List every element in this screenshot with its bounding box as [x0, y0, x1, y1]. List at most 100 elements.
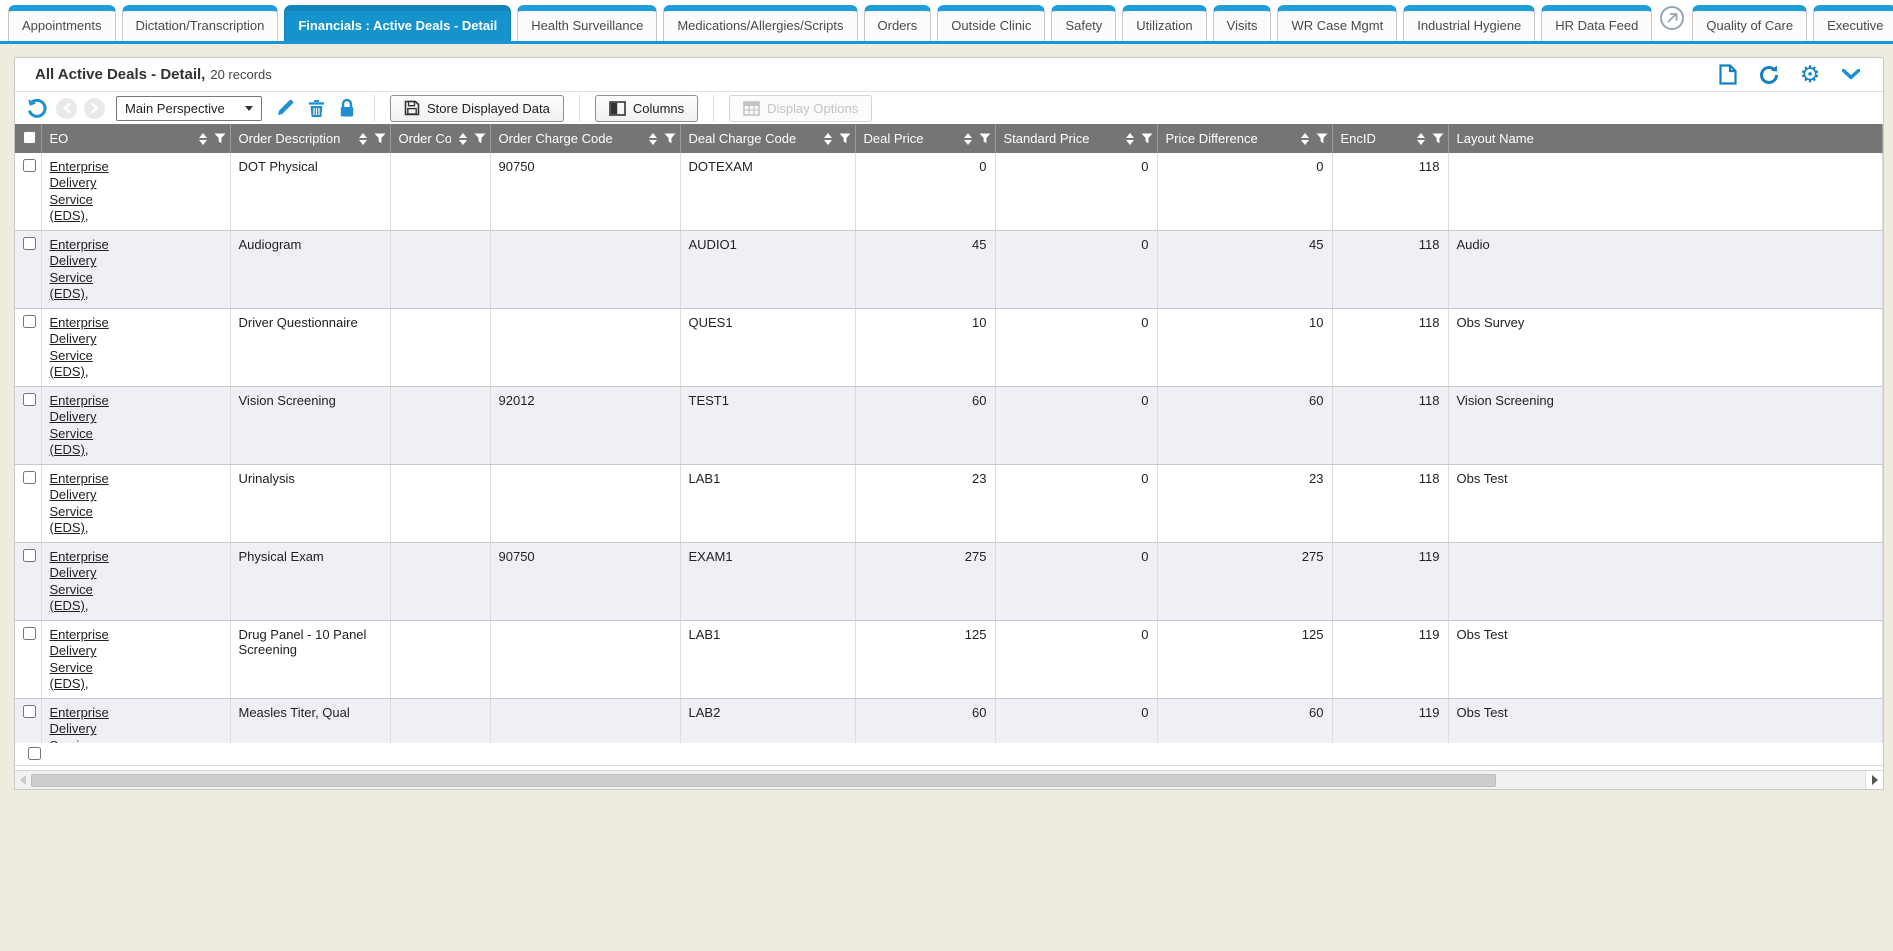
scroll-left-arrow-icon[interactable]: [15, 771, 31, 789]
row-checkbox[interactable]: [23, 159, 36, 172]
column-header-enc_id[interactable]: EncID: [1332, 124, 1448, 153]
column-label: Order Code: [399, 131, 451, 146]
tab-visits[interactable]: Visits: [1213, 5, 1272, 41]
tab-safety[interactable]: Safety: [1051, 5, 1116, 41]
cell-enc_id: 118: [1332, 465, 1448, 543]
record-count: 20 records: [210, 67, 271, 82]
sort-icon[interactable]: [1126, 133, 1134, 145]
nav-back-icon[interactable]: [56, 98, 77, 119]
column-header-order_code[interactable]: Order Code: [390, 124, 490, 153]
sort-icon[interactable]: [459, 133, 467, 145]
eo-link[interactable]: Enterprise Delivery Service (EDS),: [50, 159, 128, 224]
tab-fold-corner: [648, 41, 655, 44]
tab-executive[interactable]: Executive: [1813, 5, 1893, 41]
tab-orders[interactable]: Orders: [864, 5, 932, 41]
column-header-order_description[interactable]: Order Description: [230, 124, 390, 153]
row-checkbox[interactable]: [28, 747, 41, 760]
tab-outside-clinic[interactable]: Outside Clinic: [937, 5, 1045, 41]
gear-icon[interactable]: ⚙: [1798, 63, 1822, 87]
filter-funnel-icon[interactable]: [214, 133, 226, 144]
columns-button[interactable]: Columns: [595, 95, 698, 122]
row-checkbox[interactable]: [23, 315, 36, 328]
filter-funnel-icon[interactable]: [839, 133, 851, 144]
tab-appointments[interactable]: Appointments: [8, 5, 116, 41]
tab-fold-corner: [502, 41, 509, 44]
edit-pencil-icon[interactable]: [273, 96, 297, 120]
eo-link[interactable]: Enterprise Delivery Service (EDS),: [50, 549, 128, 614]
tab-industrial-hygiene[interactable]: Industrial Hygiene: [1403, 5, 1535, 41]
row-checkbox[interactable]: [23, 393, 36, 406]
delete-trash-icon[interactable]: [304, 96, 328, 120]
filter-funnel-icon[interactable]: [374, 133, 386, 144]
sort-icon[interactable]: [1417, 133, 1425, 145]
eo-link[interactable]: Enterprise Delivery Service (EDS),: [50, 627, 128, 692]
sort-icon[interactable]: [199, 133, 207, 145]
eo-link[interactable]: Enterprise Delivery Service (EDS),: [50, 393, 128, 458]
eo-link[interactable]: Enterprise Delivery Service (EDS),: [50, 471, 128, 536]
tab-dictation-transcription[interactable]: Dictation/Transcription: [122, 5, 279, 41]
new-document-icon[interactable]: [1716, 63, 1740, 87]
filter-funnel-icon[interactable]: [474, 133, 486, 144]
perspective-select[interactable]: Main Perspective: [116, 96, 262, 121]
eo-link[interactable]: Enterprise Delivery Service (EDS),: [50, 237, 128, 302]
filter-funnel-icon[interactable]: [979, 133, 991, 144]
column-header-standard_price[interactable]: Standard Price: [995, 124, 1157, 153]
cell-order_description: Measles Titer, Qual: [230, 699, 390, 744]
collapse-chevron-icon[interactable]: [1839, 63, 1863, 87]
tab-wr-case-mgmt[interactable]: WR Case Mgmt: [1277, 5, 1397, 41]
columns-button-label: Columns: [633, 101, 684, 116]
filter-funnel-icon[interactable]: [1316, 133, 1328, 144]
column-header-deal_charge_code[interactable]: Deal Charge Code: [680, 124, 855, 153]
filter-funnel-icon[interactable]: [664, 133, 676, 144]
row-checkbox[interactable]: [23, 627, 36, 640]
refresh-icon[interactable]: [1757, 63, 1781, 87]
chevron-down-icon: [245, 106, 253, 111]
scrollbar-thumb[interactable]: [31, 774, 1496, 787]
horizontal-scrollbar[interactable]: [15, 770, 1883, 789]
tab-quality-of-care[interactable]: Quality of Care: [1692, 5, 1807, 41]
column-header-price_difference[interactable]: Price Difference: [1157, 124, 1332, 153]
cell-order_code: [390, 699, 490, 744]
lock-icon[interactable]: [335, 96, 359, 120]
page-title: All Active Deals - Detail,: [35, 66, 205, 83]
eo-link[interactable]: Enterprise Delivery Service (EDS),: [50, 705, 128, 743]
nav-forward-icon[interactable]: [84, 98, 105, 119]
cell-enc_id: 118: [1332, 387, 1448, 465]
sort-icon[interactable]: [824, 133, 832, 145]
tab-financials-active-deals-detail[interactable]: Financials : Active Deals - Detail: [284, 5, 511, 41]
eo-link[interactable]: Enterprise Delivery Service (EDS),: [50, 315, 128, 380]
display-options-button: Display Options: [729, 95, 872, 122]
cell-layout_name: Obs Test: [1448, 621, 1883, 699]
tab-medications-allergies-scripts[interactable]: Medications/Allergies/Scripts: [663, 5, 857, 41]
filter-funnel-icon[interactable]: [1141, 133, 1153, 144]
row-checkbox[interactable]: [23, 549, 36, 562]
tab-utilization[interactable]: Utilization: [1122, 5, 1206, 41]
select-all-checkbox[interactable]: [23, 131, 36, 144]
column-header-layout_name: Layout Name: [1448, 124, 1883, 153]
row-checkbox[interactable]: [23, 705, 36, 718]
sort-icon[interactable]: [649, 133, 657, 145]
column-header-order_charge_code[interactable]: Order Charge Code: [490, 124, 680, 153]
cell-order_description: Drug Panel - 10 Panel Screening: [230, 621, 390, 699]
sort-icon[interactable]: [1301, 133, 1309, 145]
store-displayed-data-button[interactable]: Store Displayed Data: [390, 95, 564, 122]
sort-icon[interactable]: [359, 133, 367, 145]
scroll-right-arrow-icon[interactable]: [1865, 771, 1883, 789]
sort-icon[interactable]: [964, 133, 972, 145]
undo-icon[interactable]: [25, 96, 49, 120]
open-in-new-circle-icon[interactable]: [1660, 6, 1684, 30]
table-row: Enterprise Delivery Service (EDS), Measle…: [15, 699, 1883, 744]
tab-label: Medications/Allergies/Scripts: [677, 18, 843, 33]
cell-deal_price: 0: [855, 153, 995, 231]
tab-hr-data-feed[interactable]: HR Data Feed: [1541, 5, 1652, 41]
tab-health-surveillance[interactable]: Health Surveillance: [517, 5, 657, 41]
filter-funnel-icon[interactable]: [1432, 133, 1444, 144]
row-checkbox[interactable]: [23, 471, 36, 484]
column-header-deal_price[interactable]: Deal Price: [855, 124, 995, 153]
row-checkbox[interactable]: [23, 237, 36, 250]
cell-enc_id: 118: [1332, 309, 1448, 387]
tab-label: Visits: [1227, 18, 1258, 33]
tab-label: Appointments: [22, 18, 102, 33]
display-options-grid-icon: [743, 101, 760, 116]
column-header-eo[interactable]: EO: [41, 124, 230, 153]
